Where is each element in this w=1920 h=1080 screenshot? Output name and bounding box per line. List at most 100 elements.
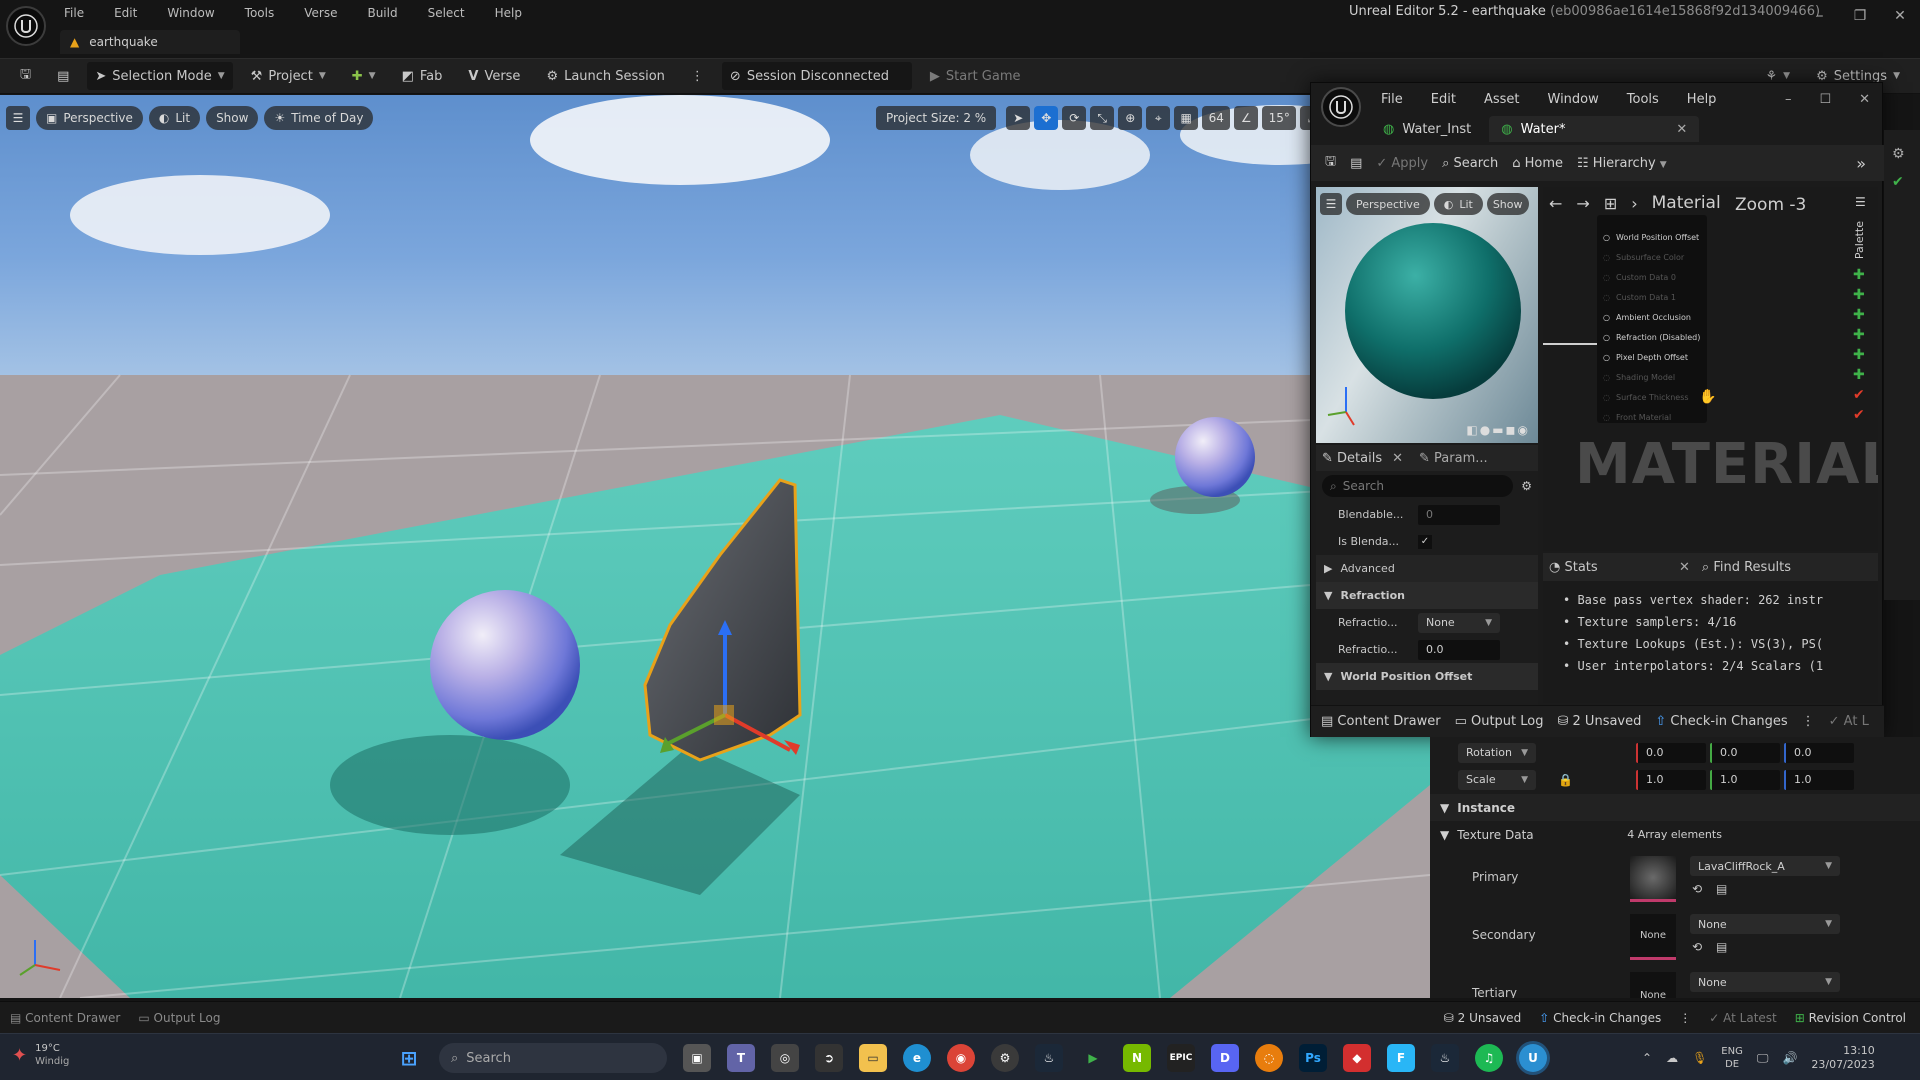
graph-menu-icon[interactable]: ☰ [1855,195,1866,209]
gear-icon[interactable]: ⚙ [1892,140,1920,168]
add-button[interactable]: ✚ ▼ [344,62,384,90]
revision-control-button[interactable]: ⊞ Revision Control [1795,1011,1906,1025]
rotation-y-field[interactable]: 0.0 [1710,742,1780,763]
grid-size-value[interactable]: 64 [1202,106,1231,130]
more-options-button[interactable]: ⋮ [683,62,712,90]
stats-tab-close-icon[interactable]: ✕ [1679,560,1690,575]
language-indicator[interactable]: ENG DE [1721,1045,1743,1071]
session-status-button[interactable]: ⊘ Session Disconnected [721,62,912,90]
level-viewport[interactable] [0,95,1430,998]
details-search-input[interactable]: ⌕ Search [1322,475,1514,497]
preview-lit-button[interactable]: ◐ Lit [1433,193,1483,215]
me-menu-asset[interactable]: Asset [1484,92,1520,107]
glass-sphere[interactable] [1175,417,1255,497]
app-icon[interactable]: ⚙ [991,1044,1019,1072]
plane-icon[interactable]: ▬ [1492,423,1503,437]
me-output-log-button[interactable]: ▭ Output Log [1455,714,1544,729]
angle-snap-icon[interactable]: ∠ [1234,106,1259,130]
menu-build[interactable]: Build [367,6,397,20]
tertiary-texture-select[interactable]: None ▼ [1690,972,1840,992]
scale-mode-select[interactable]: Scale ▼ [1458,769,1536,790]
launch-session-button[interactable]: ⚙ Launch Session [538,62,672,90]
steam-icon[interactable]: ♨ [1035,1044,1063,1072]
node-pin[interactable]: ◌ Shading Model [1603,367,1701,387]
chevron-up-icon[interactable]: ⌃ [1642,1051,1652,1065]
instance-section[interactable]: ▼ Instance [1430,794,1920,821]
project-tab[interactable]: ▲ earthquake [60,30,240,54]
scale-y-field[interactable]: 1.0 [1710,769,1780,790]
node-pin[interactable]: ◌ Custom Data 1 [1603,287,1701,307]
preview-menu-icon[interactable]: ☰ [1320,193,1342,215]
weather-widget[interactable]: ✦ 19°C Windig [12,1042,69,1068]
fortnite-icon[interactable]: F [1387,1044,1415,1072]
apply-button[interactable]: ✓ Apply [1376,156,1428,171]
node-pin[interactable]: ○ Ambient Occlusion [1603,307,1701,327]
selection-mode-button[interactable]: ➤ Selection Mode ▼ [87,62,233,90]
details-tab-close-icon[interactable]: ✕ [1392,451,1403,466]
back-arrow-icon[interactable]: ← [1549,194,1562,213]
menu-verse[interactable]: Verse [304,6,337,20]
node-pin[interactable]: ◌ Custom Data 0 [1603,267,1701,287]
blendable-field[interactable]: 0 [1418,504,1500,525]
edge-icon[interactable]: e [903,1044,931,1072]
chrome-icon[interactable]: ◉ [947,1044,975,1072]
check-icon[interactable]: ✔ [1892,168,1920,196]
secondary-thumbnail[interactable]: None [1630,914,1676,960]
microphone-icon[interactable]: 🎙 [1692,1051,1707,1065]
details-tab[interactable]: ✎ Details [1322,451,1382,466]
forward-arrow-icon[interactable]: → [1576,194,1589,213]
palette-strip[interactable]: Palette ✚ ✚ ✚ ✚ ✚ ✚ ✔ ✔ [1853,221,1873,481]
close-icon[interactable]: ✕ [1880,8,1920,24]
refraction-section[interactable]: ▼ Refraction [1316,582,1538,609]
scale-x-field[interactable]: 1.0 [1636,769,1706,790]
discord-icon[interactable]: D [1211,1044,1239,1072]
rotation-x-field[interactable]: 0.0 [1636,742,1706,763]
project-button[interactable]: ⚒ Project ▼ [243,62,334,90]
material-preview-viewport[interactable]: ☰ Perspective ◐ Lit Show ◧ ● ▬ ◼ ◉ [1316,187,1538,443]
menu-edit[interactable]: Edit [114,6,137,20]
node-pin[interactable]: ◌ Subsurface Color [1603,247,1701,267]
glass-sphere[interactable] [430,590,580,740]
preview-show-button[interactable]: Show [1486,193,1529,215]
verse-button[interactable]: V Verse [460,62,528,90]
me-unsaved-button[interactable]: ⛁ 2 Unsaved [1558,714,1642,729]
expand-toolbar-icon[interactable]: » [1856,154,1866,173]
me-content-drawer-button[interactable]: ▤ Content Drawer [1321,714,1441,729]
lit-button[interactable]: ◐ Lit [148,106,201,130]
rotation-mode-select[interactable]: Rotation ▼ [1458,742,1536,763]
content-drawer-button[interactable]: ▤ Content Drawer [10,1011,120,1025]
primary-thumbnail[interactable] [1630,856,1676,902]
advanced-section[interactable]: ▶ Advanced [1316,555,1538,582]
preview-perspective-button[interactable]: Perspective [1346,193,1430,215]
start-game-button[interactable]: ▶ Start Game [922,62,1029,90]
node-pin[interactable]: ◌ Front Material [1603,407,1701,427]
me-menu-edit[interactable]: Edit [1431,92,1456,107]
me-check-in-button[interactable]: ⇧ Check-in Changes [1655,714,1787,729]
output-log-button[interactable]: ▭ Output Log [138,1011,220,1025]
angle-snap-value[interactable]: 15° [1262,106,1297,130]
speaker-icon[interactable]: 🔊 [1782,1051,1797,1065]
details-settings-icon[interactable]: ⚙ [1521,479,1532,493]
node-pin[interactable]: ◌ Surface Thickness [1603,387,1701,407]
scale-icon[interactable]: ⤡ [1090,106,1115,130]
search-button[interactable]: ⌕ Search [1442,156,1498,171]
time-of-day-button[interactable]: ☀ Time of Day [264,106,374,130]
minimize-icon[interactable]: – [1800,8,1840,24]
menu-help[interactable]: Help [495,6,522,20]
check-in-button[interactable]: ⇧ Check-in Changes [1539,1011,1661,1025]
me-menu-tools[interactable]: Tools [1627,92,1659,107]
refraction-mode-select[interactable]: None ▼ [1418,612,1500,633]
select-mode-icon[interactable]: ➤ [1006,106,1031,130]
tertiary-thumbnail[interactable]: None [1630,972,1676,998]
use-selected-icon[interactable]: ⟲ [1692,940,1702,954]
unsaved-button[interactable]: ⛁ 2 Unsaved [1444,1011,1521,1025]
lock-icon[interactable]: 🔒 [1558,773,1632,787]
onedrive-icon[interactable]: ☁ [1666,1051,1678,1065]
scale-z-field[interactable]: 1.0 [1784,769,1854,790]
network-icon[interactable]: 🖵 [1757,1051,1769,1066]
play-icon[interactable]: ▶ [1079,1044,1107,1072]
app-icon[interactable]: ◆ [1343,1044,1371,1072]
show-button[interactable]: Show [206,106,259,130]
tab-water[interactable]: ◍ Water* ✕ [1489,116,1700,142]
epic-games-icon[interactable]: EPIC [1167,1044,1195,1072]
